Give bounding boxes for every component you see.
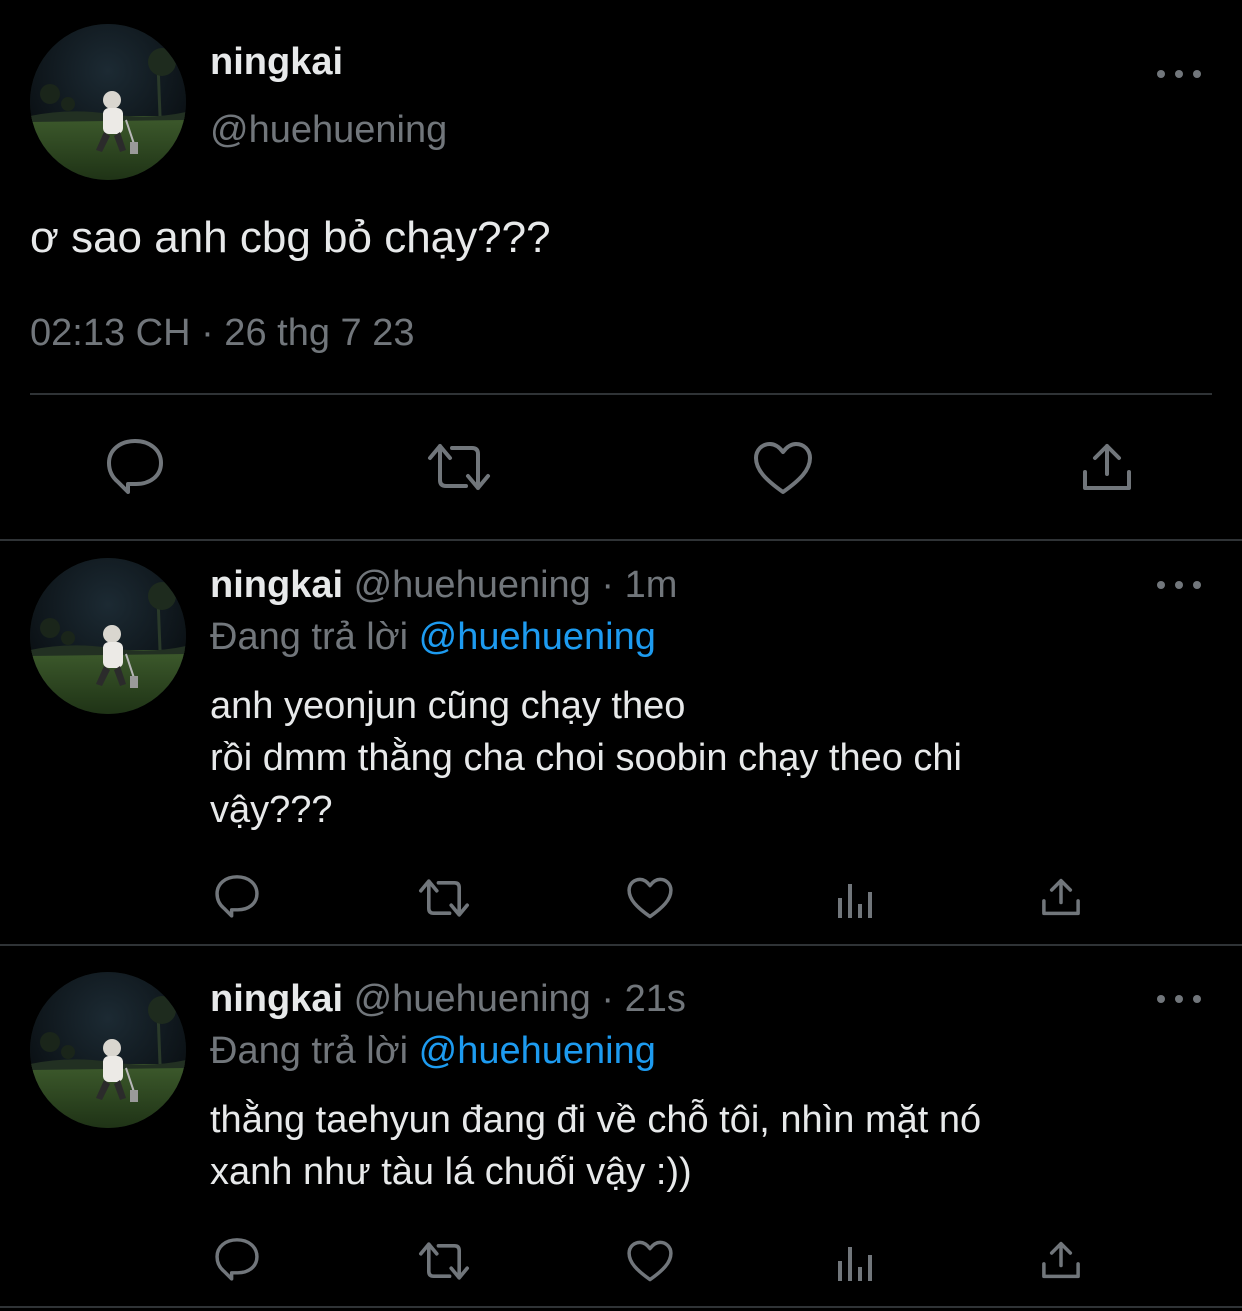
avatar[interactable] [30,972,186,1128]
analytics-icon[interactable] [834,876,878,920]
replying-label: Đang trả lời [210,616,409,658]
retweet-icon[interactable] [416,1239,472,1283]
reply-icon[interactable] [213,873,261,919]
analytics-icon[interactable] [834,1239,878,1283]
tweet-time[interactable]: 1m [625,564,678,606]
more-options-icon[interactable] [1157,66,1201,82]
mention-link[interactable]: @huehuening [419,1030,656,1072]
tweet-text-line: rồi dmm thằng cha choi soobin chạy theo … [210,737,962,779]
display-name[interactable]: ningkai [210,564,343,606]
tweet-text: thằng taehyun đang đi về chỗ tôi, nhìn m… [210,1094,1210,1198]
tweet-text-line: vậy??? [210,789,333,831]
user-handle[interactable]: @huehuening [354,564,591,606]
retweet-icon[interactable] [416,876,472,920]
avatar-photo-icon [30,24,186,180]
like-icon[interactable] [626,876,674,920]
replying-to: Đang trả lời @huehuening [210,614,656,660]
replying-label: Đang trả lời [210,1030,409,1072]
share-icon[interactable] [1040,1239,1082,1281]
more-options-icon[interactable] [1157,577,1201,593]
mention-link[interactable]: @huehuening [419,616,656,658]
like-icon[interactable] [752,440,814,496]
avatar-photo-icon [30,558,186,714]
share-icon[interactable] [1080,440,1134,494]
separator: · [601,978,615,1020]
tweet-header: ningkai @huehuening · 21s [210,976,686,1022]
reply-icon[interactable] [104,436,166,496]
avatar[interactable] [30,24,186,180]
user-handle[interactable]: @huehuening [210,108,447,152]
user-handle[interactable]: @huehuening [354,978,591,1020]
tweet-text-line: anh yeonjun cũng chạy theo [210,685,686,727]
avatar-photo-icon [30,972,186,1128]
tweet-time[interactable]: 21s [625,978,686,1020]
divider [0,539,1242,541]
tweet-text: ơ sao anh cbg bỏ chạy??? [30,213,551,262]
display-name[interactable]: ningkai [210,40,343,84]
replying-to: Đang trả lời @huehuening [210,1028,656,1074]
avatar[interactable] [30,558,186,714]
tweet-text-line: xanh như tàu lá chuối vậy :)) [210,1151,692,1193]
divider [0,944,1242,946]
more-options-icon[interactable] [1157,991,1201,1007]
retweet-icon[interactable] [424,440,494,494]
divider [30,393,1212,395]
divider [0,1306,1242,1308]
tweet-text: anh yeonjun cũng chạy theo rồi dmm thằng… [210,680,1210,836]
tweet-header: ningkai @huehuening · 1m [210,562,677,608]
share-icon[interactable] [1040,876,1082,918]
tweet-text-line: thằng taehyun đang đi về chỗ tôi, nhìn m… [210,1099,982,1141]
reply-icon[interactable] [213,1236,261,1282]
display-name[interactable]: ningkai [210,978,343,1020]
like-icon[interactable] [626,1239,674,1283]
separator: · [601,564,615,606]
tweet-timestamp[interactable]: 02:13 CH · 26 thg 7 23 [30,310,414,356]
